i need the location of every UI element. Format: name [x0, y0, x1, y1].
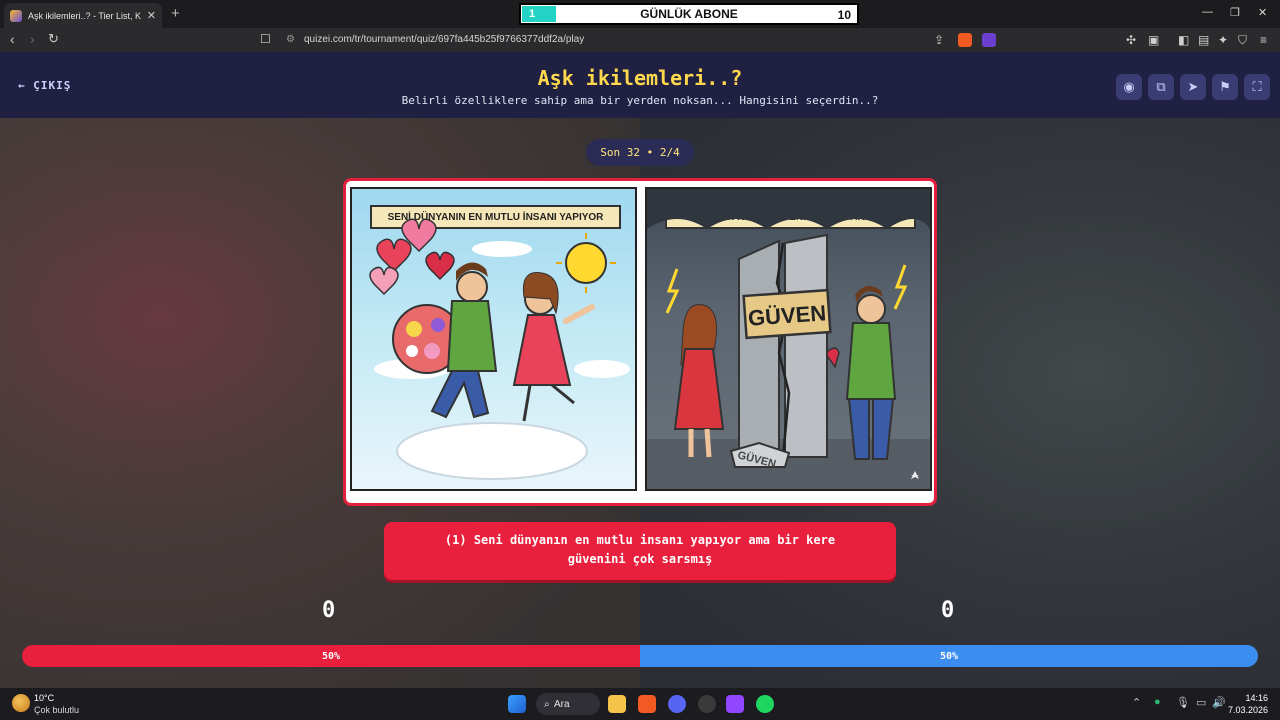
wallet-icon[interactable]: ▤	[1198, 33, 1209, 47]
windows-start-icon[interactable]	[508, 695, 526, 713]
site-header: ← ÇIKIŞ Aşk ikilemleri..? Belirli özelli…	[0, 52, 1280, 118]
share-page-icon[interactable]: ⇪	[934, 33, 944, 47]
browser-tab[interactable]: Aşk ikilemleri..? - Tier List, Kör Sı ✕	[4, 3, 162, 28]
vote-right-percent: 50%	[939, 650, 959, 662]
obs-icon[interactable]	[726, 695, 744, 713]
sidebar-icon[interactable]: ◧	[1178, 33, 1189, 47]
happy-couple-illustration	[369, 218, 630, 480]
bookmark-icon[interactable]: ☐	[260, 32, 271, 46]
taskbar-clock[interactable]: 14:16 7.03.2026	[1228, 692, 1268, 716]
menu-icon[interactable]: ≡	[1260, 33, 1267, 47]
steam-icon[interactable]	[698, 695, 716, 713]
minimize-button[interactable]: —	[1202, 6, 1213, 18]
quiz-subtitle: Belirli özelliklere sahip ama bir yerden…	[401, 94, 879, 107]
counter-goal: 10	[837, 8, 851, 22]
clock-date: 7.03.2026	[1227, 705, 1268, 715]
tab-close-icon[interactable]: ✕	[147, 9, 156, 22]
flag-icon[interactable]: ⚑	[1212, 74, 1238, 100]
new-tab-button[interactable]: +	[171, 5, 180, 22]
cloudy-weather-icon	[12, 694, 30, 712]
vpn-icon[interactable]: ⛉	[1238, 33, 1247, 48]
quiz-title: Aşk ikilemleri..?	[537, 66, 743, 90]
microphone-icon[interactable]: 🎙	[1176, 696, 1190, 709]
tray-expand-icon[interactable]: ⌃	[1132, 696, 1141, 709]
right-score: 0	[941, 598, 955, 623]
forward-arrow-icon[interactable]: ›	[30, 31, 35, 47]
search-icon: ⌕	[544, 698, 550, 710]
round-indicator: Son 32 • 2/4	[586, 139, 694, 166]
counter-label: GÜNLÜK ABONE	[640, 7, 738, 21]
search-label: Ara	[554, 698, 570, 710]
clock-time: 14:16	[1245, 693, 1268, 703]
brave-rewards-icon[interactable]	[982, 33, 996, 47]
address-bar[interactable]: ☐ ⚙ quizei.com/tr/tournament/quiz/697fa4…	[254, 30, 1000, 50]
browser-nav-bar: ‹ › ↻ ☐ ⚙ quizei.com/tr/tournament/quiz/…	[0, 28, 1280, 52]
send-icon[interactable]: ➤	[1180, 74, 1206, 100]
tray-app-icon[interactable]: ●	[1154, 696, 1161, 708]
vote-bar-right: 50%	[640, 645, 1258, 667]
media-icon[interactable]: ▣	[1148, 33, 1159, 47]
fullscreen-icon[interactable]: ⛶	[1244, 74, 1270, 100]
discord-icon[interactable]	[668, 695, 686, 713]
brave-shield-icon[interactable]	[958, 33, 972, 47]
extensions-icon[interactable]: ✣	[1126, 33, 1136, 47]
weather-description: Çok bulutlu	[34, 705, 80, 715]
taskbar-search[interactable]: ⌕ Ara	[536, 693, 600, 715]
reload-icon[interactable]: ↻	[48, 31, 59, 47]
maximize-button[interactable]: ❐	[1230, 6, 1240, 19]
weather-temperature: 10°C	[34, 693, 55, 703]
close-window-button[interactable]: ✕	[1258, 6, 1267, 19]
brave-browser-icon[interactable]	[638, 695, 656, 713]
eye-icon[interactable]: ◉	[1116, 74, 1142, 100]
os-taskbar: 10°C Çok bulutlu ⌕ Ara ⌃ ● 🎙 ▭ 🔊 14:16 7…	[0, 688, 1280, 720]
choice-card[interactable]: SENİ DÜNYANIN EN MUTLU İNSANI YAPIYOR GÜ…	[343, 178, 937, 506]
share-icon[interactable]: ⧉	[1148, 74, 1174, 100]
spotify-icon[interactable]	[756, 695, 774, 713]
vote-progress-bar: 50% 50%	[22, 645, 1258, 667]
choice-image-right[interactable]: AMA BİR KERE GÜVENİNİ ÇOK SARSMIŞ GÜVEN …	[645, 187, 932, 491]
volume-icon[interactable]: 🔊	[1212, 696, 1226, 709]
url-text[interactable]: quizei.com/tr/tournament/quiz/697fa445b2…	[304, 34, 584, 45]
browser-tab-bar: Aşk ikilemleri..? - Tier List, Kör Sı ✕ …	[0, 0, 1280, 28]
left-score: 0	[322, 598, 336, 623]
site-info-icon[interactable]: ⚙	[286, 34, 295, 45]
site-favicon-icon	[10, 9, 22, 22]
vote-bar-left: 50%	[22, 645, 640, 667]
file-explorer-icon[interactable]	[608, 695, 626, 713]
back-arrow-icon[interactable]: ‹	[10, 31, 15, 47]
broken-trust-illustration: GÜVEN GÜVEN	[647, 189, 930, 489]
tab-title: Aşk ikilemleri..? - Tier List, Kör Sı	[28, 10, 141, 21]
daily-subscriber-counter: 1 GÜNLÜK ABONE 10	[519, 3, 859, 25]
vote-left-percent: 50%	[321, 650, 341, 662]
choice-image-left[interactable]: SENİ DÜNYANIN EN MUTLU İNSANI YAPIYOR	[350, 187, 637, 491]
tournament-stage: Son 32 • 2/4 SENİ DÜNYANIN EN MUTLU İNSA…	[0, 118, 1280, 688]
selected-answer-button[interactable]: (1) Seni dünyanın en mutlu insanı yapıyo…	[384, 522, 896, 580]
leo-ai-icon[interactable]: ✦	[1218, 33, 1228, 47]
network-icon[interactable]: ▭	[1196, 696, 1206, 709]
